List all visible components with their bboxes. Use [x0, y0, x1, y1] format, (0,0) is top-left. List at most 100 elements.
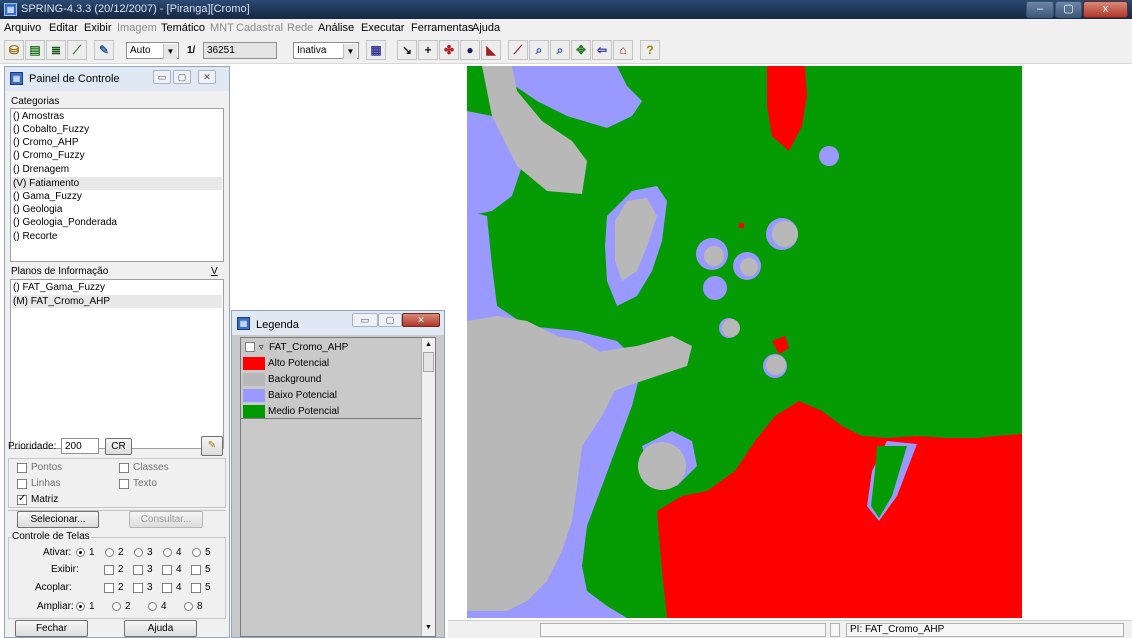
control-panel-header: ▦ Painel de Controle ▭ ▢ ✕	[5, 67, 229, 91]
pencil-icon[interactable]: ✎	[201, 436, 223, 456]
ativar-radio-5[interactable]	[192, 548, 201, 557]
menu-rede[interactable]: Rede	[287, 22, 313, 34]
list-item[interactable]: (V) Fatiamento	[13, 178, 79, 189]
ativar-radio-2[interactable]	[105, 548, 114, 557]
cr-button[interactable]: CR	[105, 438, 132, 455]
menu-editar[interactable]: Editar	[49, 22, 78, 34]
acoplar-checkbox-3[interactable]	[133, 583, 143, 593]
list-item[interactable]: () Drenagem	[13, 164, 69, 175]
menu-tematico[interactable]: Temático	[161, 22, 205, 34]
menu-analise[interactable]: Análise	[318, 22, 354, 34]
project-icon[interactable]: ▤	[25, 40, 45, 60]
map-canvas[interactable]	[467, 66, 1022, 618]
close-panel-button[interactable]: Fechar	[15, 620, 88, 637]
exibir-checkbox-3[interactable]	[133, 565, 143, 575]
acoplar-label: Acoplar:	[35, 582, 72, 593]
control-panel-title: Painel de Controle	[29, 73, 120, 85]
expand-icon[interactable]: ▿	[259, 340, 264, 355]
map-background-region	[638, 442, 686, 490]
grid-icon[interactable]: ▦	[366, 40, 386, 60]
acoplar-checkbox-2[interactable]	[104, 583, 114, 593]
ativar-radio-4[interactable]	[163, 548, 172, 557]
list-item[interactable]: () FAT_Gama_Fuzzy	[13, 282, 105, 293]
list-item[interactable]: () Geologia_Ponderada	[13, 217, 117, 228]
menu-exibir[interactable]: Exibir	[84, 22, 112, 34]
scroll-down-icon[interactable]: ▼	[423, 622, 434, 634]
ativar-radio-1[interactable]	[76, 548, 85, 557]
list-item[interactable]: () Amostras	[13, 111, 64, 122]
menu-imagem[interactable]: Imagem	[117, 22, 157, 34]
legend-scrollbar[interactable]: ▲ ▼	[421, 338, 435, 636]
panel-minimize-button[interactable]: ▭	[153, 70, 171, 84]
restore-button[interactable]: ▢	[1055, 1, 1082, 18]
info-icon[interactable]: ●	[460, 40, 480, 60]
draw-icon[interactable]: ✎	[94, 40, 114, 60]
minimize-button[interactable]: –	[1026, 1, 1054, 18]
list-item[interactable]: () Cromo_Fuzzy	[13, 150, 85, 161]
menu-ferramentas[interactable]: Ferramentas	[411, 22, 473, 34]
database-icon[interactable]: ⛁	[4, 40, 24, 60]
exibir-checkbox-2[interactable]	[104, 565, 114, 575]
classes-checkbox[interactable]	[119, 463, 129, 473]
menu-cadastral[interactable]: Cadastral	[236, 22, 283, 34]
list-item[interactable]: () Cobalto_Fuzzy	[13, 124, 89, 135]
legend-maximize-button[interactable]: ▢	[378, 313, 402, 327]
acoplar-checkbox-5[interactable]	[191, 583, 201, 593]
info-planes-toggle[interactable]: V	[211, 266, 218, 277]
zoom-out-icon[interactable]: ⌕	[550, 40, 570, 60]
eraser-icon[interactable]: ◣	[481, 40, 501, 60]
query-button[interactable]: Consultar...	[129, 511, 203, 528]
legend-title: Legenda	[256, 319, 299, 331]
menu-ajuda[interactable]: Ajuda	[472, 22, 500, 34]
edit-icon[interactable]: ⟋	[67, 40, 87, 60]
info-planes-list[interactable]: () FAT_Gama_Fuzzy (M) FAT_Cromo_AHP	[10, 279, 224, 449]
exibir-checkbox-4[interactable]	[162, 565, 172, 575]
ativar-radio-3[interactable]	[134, 548, 143, 557]
legend-close-button[interactable]: ✕	[402, 313, 440, 327]
list-item[interactable]: (M) FAT_Cromo_AHP	[13, 296, 110, 307]
menu-arquivo[interactable]: Arquivo	[4, 22, 41, 34]
cursor-plus-icon[interactable]: +	[418, 40, 438, 60]
pan-icon[interactable]: ✥	[571, 40, 591, 60]
status-bar: PI: FAT_Cromo_AHP	[448, 620, 1132, 638]
back-icon[interactable]: ⇦	[592, 40, 612, 60]
menu-mnt[interactable]: MNT	[210, 22, 234, 34]
ampliar-radio-1[interactable]	[76, 602, 85, 611]
menu-executar[interactable]: Executar	[361, 22, 404, 34]
linhas-checkbox[interactable]	[17, 479, 27, 489]
scroll-thumb[interactable]	[423, 352, 434, 372]
ampliar-radio-2[interactable]	[112, 602, 121, 611]
spring-app-icon[interactable]: ▦	[4, 3, 17, 16]
pointer-icon[interactable]: ↘	[397, 40, 417, 60]
list-item[interactable]: () Geologia	[13, 204, 62, 215]
help-icon[interactable]: ?	[640, 40, 660, 60]
acoplar-checkbox-4[interactable]	[162, 583, 172, 593]
color-wheel-icon[interactable]: ✤	[439, 40, 459, 60]
pontos-checkbox[interactable]	[17, 463, 27, 473]
help-button[interactable]: Ajuda	[124, 620, 197, 637]
home-icon[interactable]: ⌂	[613, 40, 633, 60]
legend-minimize-button[interactable]: ▭	[352, 313, 378, 327]
zoom-draw-icon[interactable]: ⟋	[508, 40, 528, 60]
list-item[interactable]: () Gama_Fuzzy	[13, 191, 82, 202]
list-item[interactable]: () Recorte	[13, 231, 57, 242]
texto-checkbox[interactable]	[119, 479, 129, 489]
ampliar-radio-8[interactable]	[184, 602, 193, 611]
priority-input[interactable]: 200	[61, 438, 99, 454]
list-item[interactable]: () Cromo_AHP	[13, 137, 79, 148]
layers-icon[interactable]: ≣	[46, 40, 66, 60]
categories-list[interactable]: () Amostras () Cobalto_Fuzzy () Cromo_AH…	[10, 108, 224, 262]
select-button[interactable]: Selecionar...	[17, 511, 99, 528]
tool-state-select[interactable]: Inativa ▼	[293, 42, 359, 59]
matriz-checkbox[interactable]	[17, 493, 27, 505]
scroll-up-icon[interactable]: ▲	[423, 339, 434, 351]
close-button[interactable]: x	[1083, 1, 1128, 18]
ampliar-radio-4[interactable]	[148, 602, 157, 611]
scale-input[interactable]: 36251	[203, 42, 277, 59]
zoom-in-icon[interactable]: ⌕	[529, 40, 549, 60]
layer-checkbox[interactable]	[245, 342, 255, 352]
scale-mode-select[interactable]: Auto ▼	[126, 42, 179, 59]
exibir-checkbox-5[interactable]	[191, 565, 201, 575]
panel-maximize-button[interactable]: ▢	[173, 70, 191, 84]
panel-close-button[interactable]: ✕	[198, 70, 216, 84]
